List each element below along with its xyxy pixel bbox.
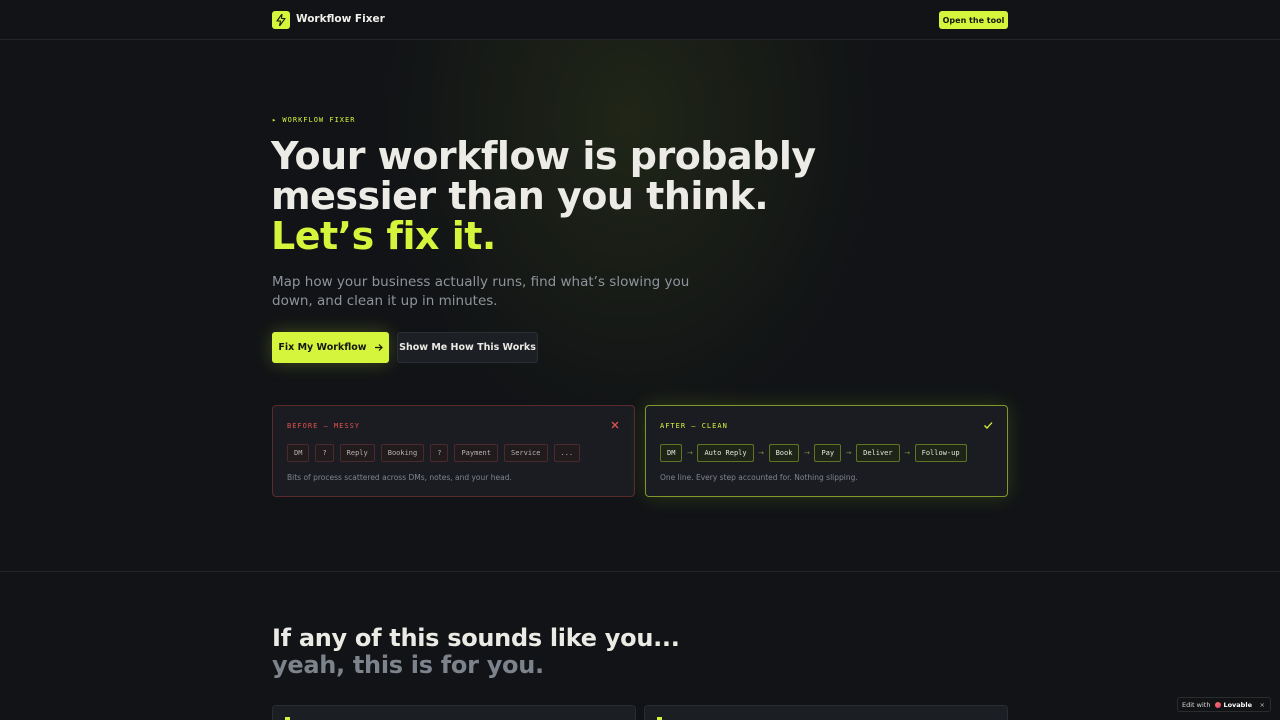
fix-workflow-label: Fix My Workflow — [278, 342, 367, 353]
chip: Service — [503, 444, 548, 462]
badge-close-button[interactable]: × — [1260, 701, 1265, 709]
hero-title: Your workflow is probably messier than y… — [271, 136, 891, 256]
show-how-button[interactable]: Show Me How This Works — [397, 332, 538, 363]
arrow-separator: → — [687, 449, 693, 457]
before-description: Bits of process scattered across DMs, no… — [287, 473, 512, 482]
chip: ? — [430, 444, 449, 462]
brand-name[interactable]: Workflow Fixer — [296, 13, 385, 25]
chip: Reply — [339, 444, 375, 462]
hero-subtitle: Map how your business actually runs, fin… — [272, 274, 690, 309]
arrow-separator: → — [758, 449, 765, 457]
hero-eyebrow: ▸ WORKFLOW FIXER — [272, 116, 356, 124]
before-label: BEFORE — MESSY — [287, 422, 361, 430]
open-tool-button[interactable]: Open the tool — [939, 11, 1008, 29]
chip: Deliver — [856, 444, 900, 462]
after-label: AFTER — CLEAN — [660, 422, 728, 430]
top-nav: Workflow Fixer Open the tool — [0, 0, 1280, 40]
chip: Follow-up — [914, 444, 967, 462]
edit-with-lovable-badge[interactable]: Edit with Lovable × — [1177, 697, 1271, 712]
check-icon — [984, 422, 993, 429]
chip: Booking — [380, 444, 425, 462]
chip: Pay — [814, 444, 842, 462]
pain-point-card — [644, 705, 1008, 720]
before-chips: DM ? Reply Booking ? Payment Service ... — [287, 444, 586, 462]
arrow-separator: → — [845, 449, 852, 457]
chip: Book — [768, 444, 800, 462]
lightning-icon[interactable] — [272, 11, 290, 29]
chip: DM — [660, 444, 683, 462]
close-icon — [611, 421, 619, 429]
badge-brand: Lovable — [1223, 700, 1252, 709]
after-card: AFTER — CLEAN DM → Auto Reply → Book → P… — [645, 405, 1008, 497]
chip: Auto Reply — [697, 444, 754, 462]
section2-heading-main: If any of this sounds like you... — [272, 624, 680, 652]
hero-title-line1: Your workflow is probably — [271, 134, 816, 178]
after-chips: DM → Auto Reply → Book → Pay → Deliver →… — [660, 444, 967, 462]
before-card: BEFORE — MESSY DM ? Reply Booking ? Paym… — [272, 405, 635, 497]
pain-point-card — [272, 705, 636, 720]
section2-heading-muted: yeah, this is for you. — [272, 651, 544, 679]
section2-heading: If any of this sounds like you... yeah, … — [272, 625, 712, 679]
arrow-right-icon — [374, 344, 383, 351]
chip: Payment — [454, 444, 498, 462]
arrow-separator: → — [904, 449, 911, 457]
hero-title-line2: messier than you think. — [271, 174, 769, 218]
section-divider — [0, 571, 1280, 572]
fix-workflow-button[interactable]: Fix My Workflow — [272, 332, 389, 363]
chip: DM — [287, 444, 310, 462]
hero-title-accent: Let’s fix it. — [271, 214, 496, 258]
arrow-separator: → — [804, 449, 810, 457]
badge-prefix: Edit with — [1182, 700, 1211, 709]
chip: ... — [553, 444, 581, 462]
chip: ? — [315, 444, 334, 462]
after-description: One line. Every step accounted for. Noth… — [660, 473, 858, 482]
lovable-heart-icon — [1215, 701, 1222, 708]
